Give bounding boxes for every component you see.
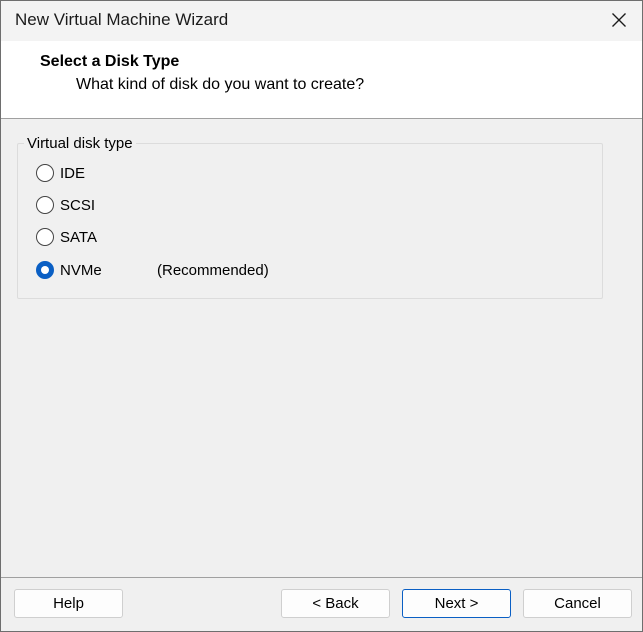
close-icon [612, 13, 626, 27]
wizard-window: New Virtual Machine Wizard Select a Disk… [0, 0, 643, 632]
page-subtitle: What kind of disk do you want to create? [76, 76, 365, 93]
radio-label-scsi: SCSI [60, 196, 96, 214]
radio-button-scsi[interactable] [36, 196, 54, 214]
radio-button-nvme[interactable] [36, 261, 54, 279]
close-button[interactable] [596, 1, 642, 39]
radio-button-sata[interactable] [36, 228, 54, 246]
radio-button-ide[interactable] [36, 164, 54, 182]
page-title: Select a Disk Type [40, 53, 180, 70]
radio-option-scsi[interactable]: SCSI [36, 194, 95, 216]
window-title: New Virtual Machine Wizard [15, 10, 229, 29]
recommended-note: (Recommended) [157, 261, 269, 279]
title-bar: New Virtual Machine Wizard [1, 1, 642, 41]
radio-option-nvme[interactable]: NVMe (Recommended) [36, 259, 269, 281]
help-button[interactable]: Help [14, 589, 123, 618]
radio-option-sata[interactable]: SATA [36, 226, 97, 248]
cancel-button[interactable]: Cancel [523, 589, 632, 618]
radio-option-ide[interactable]: IDE [36, 162, 85, 184]
radio-label-nvme: NVMe [60, 261, 102, 279]
radio-label-sata: SATA [60, 228, 97, 246]
group-label: Virtual disk type [24, 135, 136, 152]
next-button[interactable]: Next > [402, 589, 511, 618]
wizard-header: Select a Disk Type What kind of disk do … [1, 41, 642, 119]
back-button[interactable]: < Back [281, 589, 390, 618]
radio-label-ide: IDE [60, 164, 86, 182]
footer-divider [1, 577, 642, 578]
disk-type-group: Virtual disk type IDE SCSI SATA NVMe (Re… [17, 135, 603, 299]
